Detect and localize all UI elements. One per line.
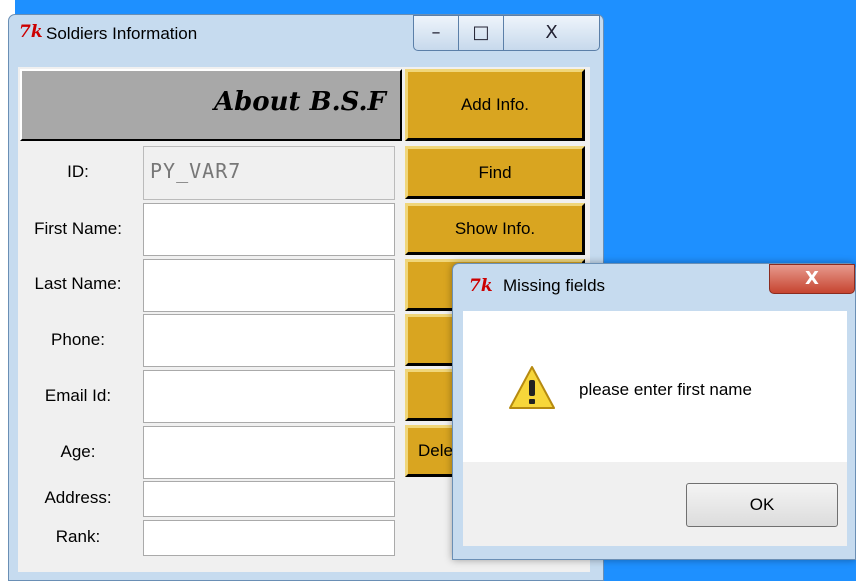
dialog-message: please enter first name bbox=[579, 380, 752, 399]
maximize-icon: □ bbox=[472, 22, 490, 43]
address-label: Address: bbox=[44, 488, 112, 507]
first-name-label: First Name: bbox=[34, 219, 122, 238]
last-name-label: Last Name: bbox=[34, 274, 122, 293]
window-controls: – □ X bbox=[413, 15, 600, 55]
phone-input[interactable] bbox=[143, 314, 395, 367]
ok-button[interactable]: OK bbox=[686, 483, 838, 527]
dialog-close-button[interactable]: X bbox=[769, 264, 855, 294]
about-button[interactable]: About B.S.F bbox=[20, 69, 402, 141]
find-button[interactable]: Find bbox=[405, 146, 585, 199]
minimize-icon: – bbox=[431, 22, 441, 43]
id-field: PY_VAR7 bbox=[143, 146, 395, 200]
age-input[interactable] bbox=[143, 426, 395, 479]
show-info-button[interactable]: Show Info. bbox=[405, 203, 585, 255]
close-button[interactable]: X bbox=[503, 15, 600, 51]
dialog-title: Missing fields bbox=[503, 276, 606, 295]
warning-icon bbox=[509, 366, 555, 409]
phone-label: Phone: bbox=[51, 330, 105, 349]
missing-fields-dialog: 7k Missing fields X please enter first n… bbox=[452, 263, 856, 560]
dialog-close-icon: X bbox=[805, 268, 819, 289]
rank-label: Rank: bbox=[55, 527, 101, 546]
email-label: Email Id: bbox=[44, 386, 112, 405]
window-title: Soldiers Information bbox=[46, 24, 198, 43]
id-value: PY_VAR7 bbox=[150, 159, 242, 183]
age-label: Age: bbox=[60, 442, 96, 461]
last-name-input[interactable] bbox=[143, 259, 395, 312]
minimize-button[interactable]: – bbox=[413, 15, 459, 51]
add-info-button[interactable]: Add Info. bbox=[405, 69, 585, 141]
first-name-input[interactable] bbox=[143, 203, 395, 256]
id-label: ID: bbox=[67, 162, 89, 181]
maximize-button[interactable]: □ bbox=[458, 15, 504, 51]
dialog-tk-logo-icon: 7k bbox=[469, 276, 493, 296]
address-input[interactable] bbox=[143, 481, 395, 517]
about-label: About B.S.F bbox=[213, 87, 386, 117]
close-icon: X bbox=[545, 22, 558, 43]
email-input[interactable] bbox=[143, 370, 395, 423]
tk-logo-icon: 7k bbox=[19, 22, 43, 42]
rank-input[interactable] bbox=[143, 520, 395, 556]
